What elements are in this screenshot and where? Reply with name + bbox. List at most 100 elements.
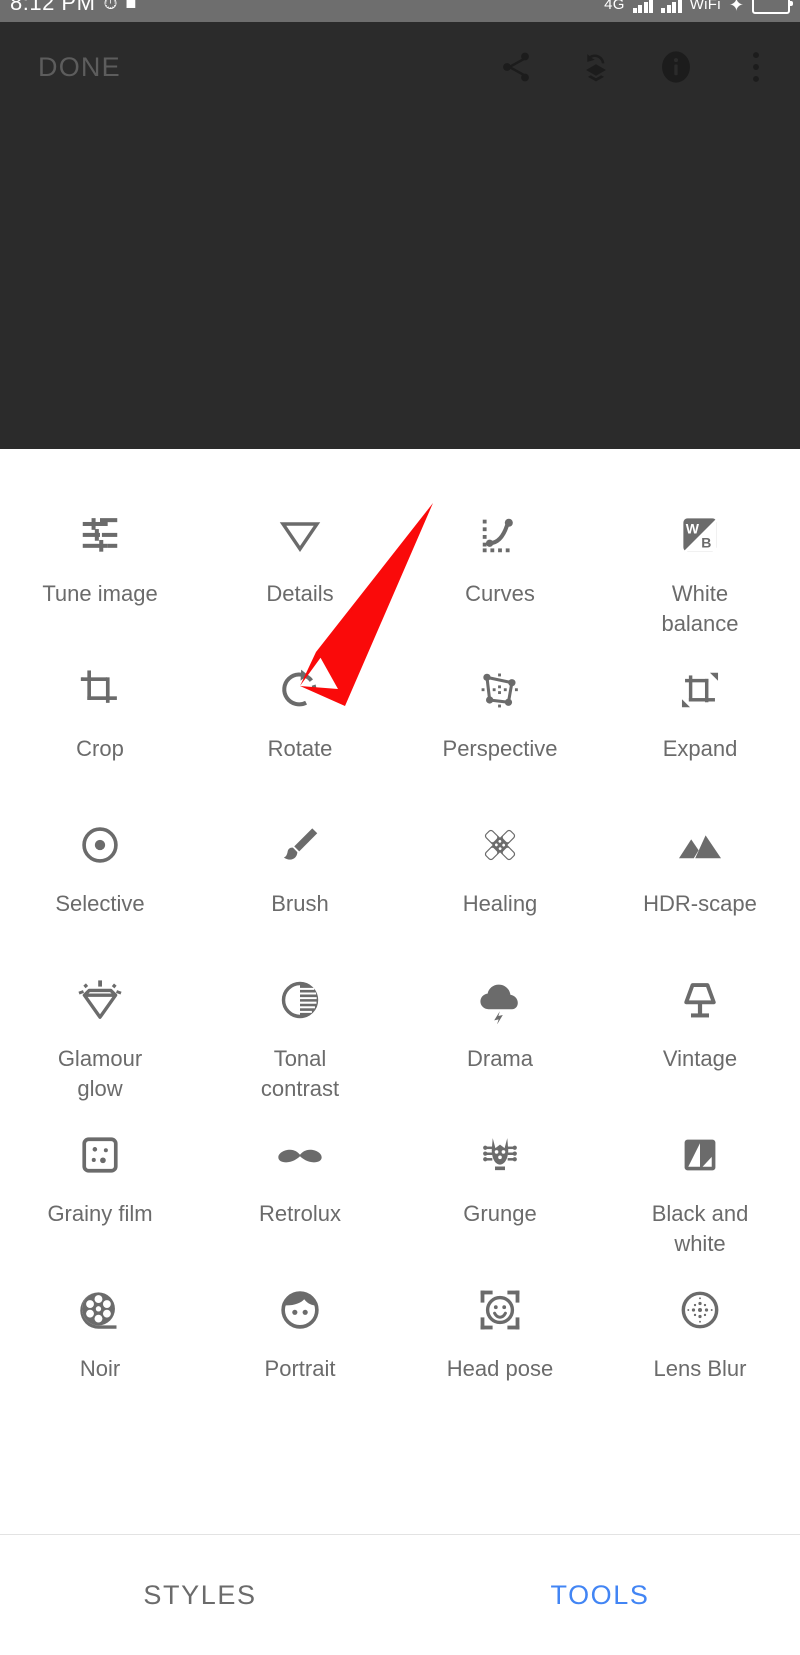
rotate-icon: [269, 662, 331, 718]
tool-healing[interactable]: Healing: [400, 801, 600, 956]
face-icon: [269, 1282, 331, 1338]
head-pose-icon: [469, 1282, 531, 1338]
tool-grainy-film[interactable]: Grainy film: [0, 1111, 200, 1266]
mustache-icon: [269, 1127, 331, 1183]
tool-label: Perspective: [442, 736, 558, 761]
bottom-tab-bar: STYLES TOOLS: [0, 1534, 800, 1655]
sliders-icon: [69, 507, 131, 563]
tool-noir[interactable]: Noir: [0, 1266, 200, 1421]
sd-card-icon: ■: [125, 0, 137, 13]
tool-white-balance[interactable]: W B White balance: [600, 491, 800, 646]
tool-label: Selective: [55, 891, 145, 916]
tool-lens-blur[interactable]: Lens Blur: [600, 1266, 800, 1421]
tool-details[interactable]: Details: [200, 491, 400, 646]
tool-label: Details: [266, 581, 334, 606]
tab-styles[interactable]: STYLES: [0, 1580, 400, 1611]
selective-icon: [69, 817, 131, 873]
svg-text:B: B: [701, 534, 711, 550]
status-time: 8:12 PM: [10, 0, 96, 15]
status-bar: 8:12 PM ⏱ ■ 4G WiFi ✦: [0, 0, 800, 22]
tool-label: HDR-scape: [643, 891, 757, 916]
clock-icon: ⏱: [103, 0, 118, 13]
tool-label: Drama: [466, 1046, 533, 1071]
tool-curves[interactable]: Curves: [400, 491, 600, 646]
status-bar-right: 4G WiFi ✦: [604, 0, 793, 15]
tool-glamour-glow[interactable]: Glamour glow: [0, 956, 200, 1111]
tool-label: Crop: [76, 736, 124, 761]
tool-label: Tonal contrast: [260, 1046, 340, 1101]
tool-retrolux[interactable]: Retrolux: [200, 1111, 400, 1266]
tool-label: Rotate: [267, 736, 333, 761]
bluetooth-icon: ✦: [728, 0, 744, 15]
storm-cloud-icon: [469, 972, 531, 1028]
tool-label: Retrolux: [259, 1201, 341, 1226]
brush-icon: [269, 817, 331, 873]
info-icon[interactable]: [658, 49, 694, 85]
image-canvas[interactable]: [0, 112, 800, 449]
tool-black-and-white[interactable]: Black and white: [600, 1111, 800, 1266]
tool-crop[interactable]: Crop: [0, 646, 200, 801]
tool-perspective[interactable]: Perspective: [400, 646, 600, 801]
tool-label: Brush: [271, 891, 329, 916]
crop-icon: [69, 662, 131, 718]
healing-icon: [469, 817, 531, 873]
wifi-label: WiFi: [689, 0, 721, 13]
signal-bars-sim2-icon: [661, 0, 682, 13]
tool-tune-image[interactable]: Tune image: [0, 491, 200, 646]
tool-label: Grunge: [463, 1201, 537, 1226]
tool-tonal-contrast[interactable]: Tonal contrast: [200, 956, 400, 1111]
tool-label: Healing: [462, 891, 538, 916]
tool-portrait[interactable]: Portrait: [200, 1266, 400, 1421]
perspective-icon: [469, 662, 531, 718]
tonal-contrast-icon: [269, 972, 331, 1028]
battery-icon: [752, 0, 793, 14]
signal-bars-sim1-icon: [632, 0, 654, 13]
network-type-label: 4G: [604, 0, 625, 13]
tools-panel: Tune image Details Curves W B White bala…: [0, 449, 800, 1655]
gem-icon: [69, 972, 131, 1028]
tool-label: Head pose: [446, 1356, 554, 1381]
tool-expand[interactable]: Expand: [600, 646, 800, 801]
tool-label: Noir: [79, 1356, 121, 1381]
lens-blur-icon: [669, 1282, 731, 1338]
svg-text:W: W: [686, 520, 700, 536]
tool-label: Vintage: [662, 1046, 738, 1071]
undo-stack-icon[interactable]: [578, 49, 614, 85]
mountains-icon: [669, 817, 731, 873]
tool-grunge[interactable]: Grunge: [400, 1111, 600, 1266]
bw-square-icon: [669, 1127, 731, 1183]
app-bar: DONE: [0, 22, 800, 112]
guitar-head-icon: [469, 1127, 531, 1183]
film-reel-icon: [69, 1282, 131, 1338]
tool-rotate[interactable]: Rotate: [200, 646, 400, 801]
tab-tools[interactable]: TOOLS: [400, 1580, 800, 1611]
tool-label: Curves: [465, 581, 535, 606]
tool-label: Glamour glow: [57, 1046, 143, 1101]
tool-label: Tune image: [42, 581, 158, 606]
share-icon[interactable]: [498, 49, 534, 85]
tool-label: Black and white: [651, 1201, 749, 1256]
tool-label: Expand: [662, 736, 738, 761]
lamp-icon: [669, 972, 731, 1028]
triangle-down-icon: [269, 507, 331, 563]
editor-area: DONE: [0, 22, 800, 449]
tool-drama[interactable]: Drama: [400, 956, 600, 1111]
tool-head-pose[interactable]: Head pose: [400, 1266, 600, 1421]
curves-icon: [469, 507, 531, 563]
tool-label: White balance: [661, 581, 739, 636]
tools-grid: Tune image Details Curves W B White bala…: [0, 449, 800, 1421]
tool-label: Lens Blur: [653, 1356, 747, 1381]
grain-square-icon: [69, 1127, 131, 1183]
done-button[interactable]: DONE: [38, 52, 121, 83]
status-bar-left: 8:12 PM ⏱ ■: [10, 0, 136, 14]
tool-brush[interactable]: Brush: [200, 801, 400, 956]
tool-label: Grainy film: [47, 1201, 153, 1226]
tool-hdr-scape[interactable]: HDR-scape: [600, 801, 800, 956]
tool-vintage[interactable]: Vintage: [600, 956, 800, 1111]
tool-label: Portrait: [264, 1356, 336, 1381]
tool-selective[interactable]: Selective: [0, 801, 200, 956]
app-bar-actions: [498, 49, 774, 85]
overflow-menu-icon[interactable]: [738, 49, 774, 85]
expand-icon: [669, 662, 731, 718]
white-balance-icon: W B: [669, 507, 731, 563]
